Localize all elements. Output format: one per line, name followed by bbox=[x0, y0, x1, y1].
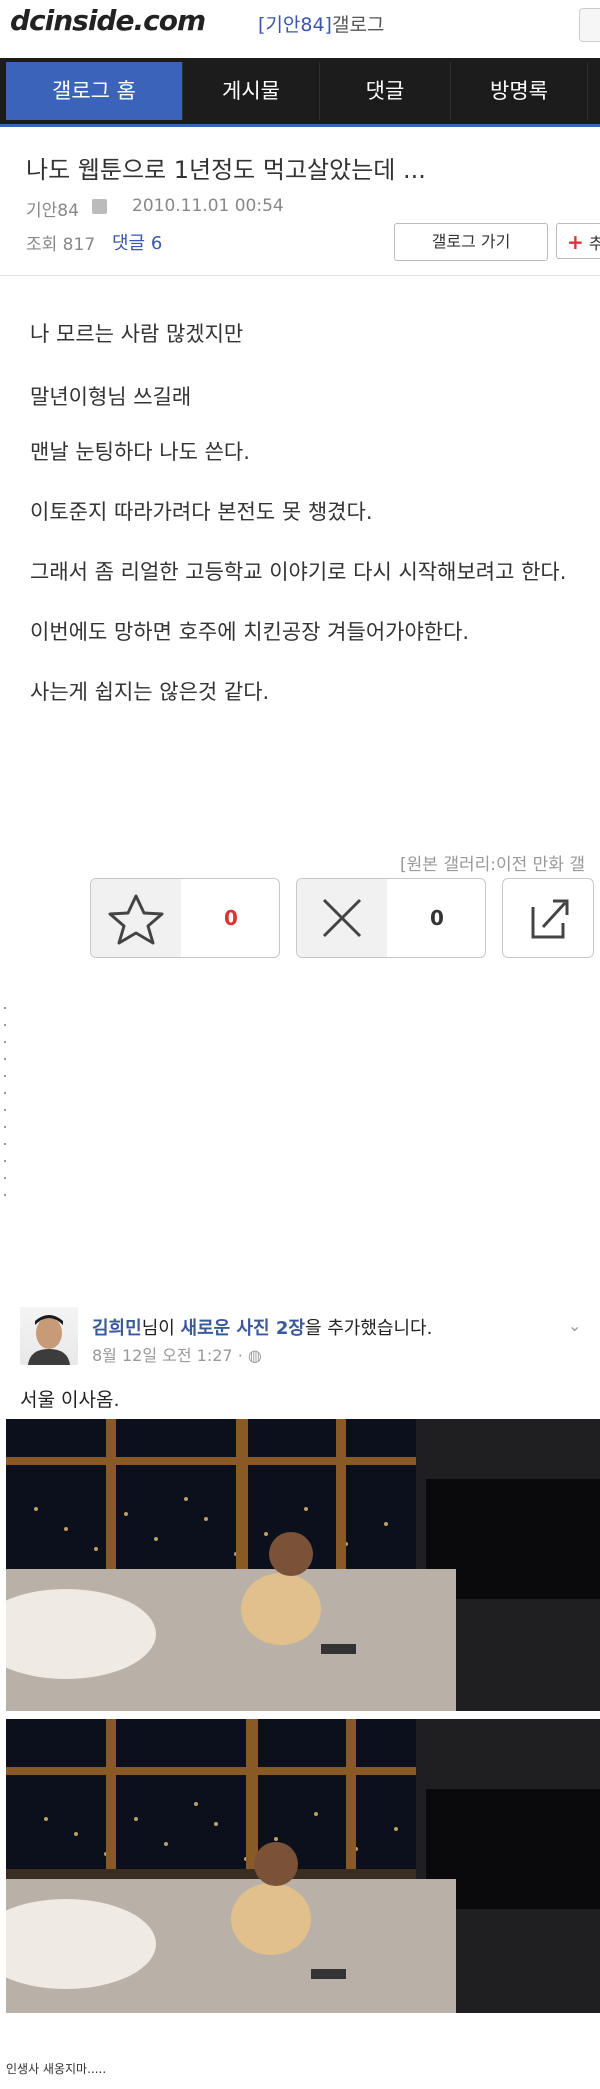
share-icon bbox=[531, 899, 569, 939]
nonrecommend-button[interactable]: 0 bbox=[296, 878, 486, 958]
x-icon bbox=[297, 879, 387, 957]
nonrecommend-count: 0 bbox=[430, 906, 444, 930]
plus-icon: + bbox=[567, 230, 584, 254]
star-icon bbox=[91, 879, 181, 957]
post-body-line: 맨날 눈팅하다 나도 쓴다. bbox=[30, 440, 250, 464]
photo-image[interactable] bbox=[6, 1719, 600, 2013]
source-gallery[interactable]: [원본 갤러리:이전 만화 갤 bbox=[400, 850, 585, 875]
view-count: 조회 817 bbox=[26, 235, 96, 255]
post-body-line: 그래서 좀 리얼한 고등학교 이야기로 다시 시작해보려고 한다. bbox=[30, 560, 567, 584]
post-body-line: 사는게 쉽지는 않은것 같다. bbox=[30, 680, 270, 704]
post-date: 2010.11.01 00:54 bbox=[132, 196, 284, 216]
tab-comments[interactable]: 댓글 bbox=[320, 62, 451, 120]
post-body-line: 이번에도 망하면 호주에 치킨공장 겨들어가야한다. bbox=[30, 620, 470, 644]
recommend-count: 0 bbox=[224, 906, 238, 930]
tab-guestbook[interactable]: 방명록 bbox=[451, 62, 588, 120]
facebook-post-time: 8월 12일 오전 1:27 · ◍ bbox=[92, 1342, 262, 1366]
facebook-post-header: 김희민님이 새로운 사진 2장을 추가했습니다. bbox=[92, 1314, 432, 1340]
gallog-suffix: 갤로그 bbox=[331, 14, 385, 36]
tab-posts[interactable]: 게시물 bbox=[183, 62, 320, 120]
menu-button[interactable] bbox=[579, 8, 600, 42]
chevron-down-icon[interactable]: ⌄ bbox=[568, 1316, 581, 1335]
facebook-user-name[interactable]: 김희민 bbox=[92, 1318, 142, 1339]
recommend-button[interactable]: 0 bbox=[90, 878, 280, 958]
add-button-label: 추 bbox=[588, 234, 600, 253]
facebook-time-text: 8월 12일 오전 1:27 · bbox=[92, 1346, 248, 1365]
gallog-nav: 갤로그 홈 게시물 댓글 방명록 bbox=[0, 58, 600, 124]
share-button[interactable] bbox=[502, 878, 594, 958]
tab-gallog-home[interactable]: 갤로그 홈 bbox=[6, 62, 183, 120]
add-button[interactable]: + 추 bbox=[556, 223, 600, 259]
gallog-title[interactable]: [기안84]갤로그 bbox=[258, 10, 384, 37]
facebook-photo-link[interactable]: 새로운 사진 2장 bbox=[181, 1318, 305, 1339]
post-title: 나도 웹툰으로 1년정도 먹고살았는데 ... bbox=[26, 156, 426, 184]
post-body-line: 나 모르는 사람 많겠지만 bbox=[30, 322, 244, 346]
site-logo[interactable]: dcinside.com bbox=[10, 4, 206, 37]
post-body-line: 말년이형님 쓰길래 bbox=[30, 385, 192, 409]
author-badge-icon bbox=[92, 199, 107, 214]
facebook-caption: 서울 이사옴. bbox=[20, 1389, 120, 1411]
divider bbox=[0, 275, 600, 276]
bottom-caption: 인생사 새옹지마..... bbox=[6, 2062, 107, 2076]
facebook-action-text: 님이 bbox=[141, 1318, 181, 1339]
photo-image[interactable] bbox=[6, 1419, 600, 1711]
avatar[interactable] bbox=[20, 1307, 78, 1365]
nav-underline bbox=[0, 124, 600, 127]
comment-count-link[interactable]: 댓글 6 bbox=[112, 229, 162, 255]
post-author[interactable]: 기안84 bbox=[26, 196, 79, 221]
gallog-user: [기안84] bbox=[258, 14, 332, 36]
globe-icon: ◍ bbox=[247, 1346, 262, 1365]
gallog-go-button[interactable]: 갤로그 가기 bbox=[394, 223, 548, 261]
facebook-action-suffix: 을 추가했습니다. bbox=[304, 1318, 433, 1339]
post-body-line: 이토준지 따라가려다 본전도 못 챙겼다. bbox=[30, 500, 373, 524]
